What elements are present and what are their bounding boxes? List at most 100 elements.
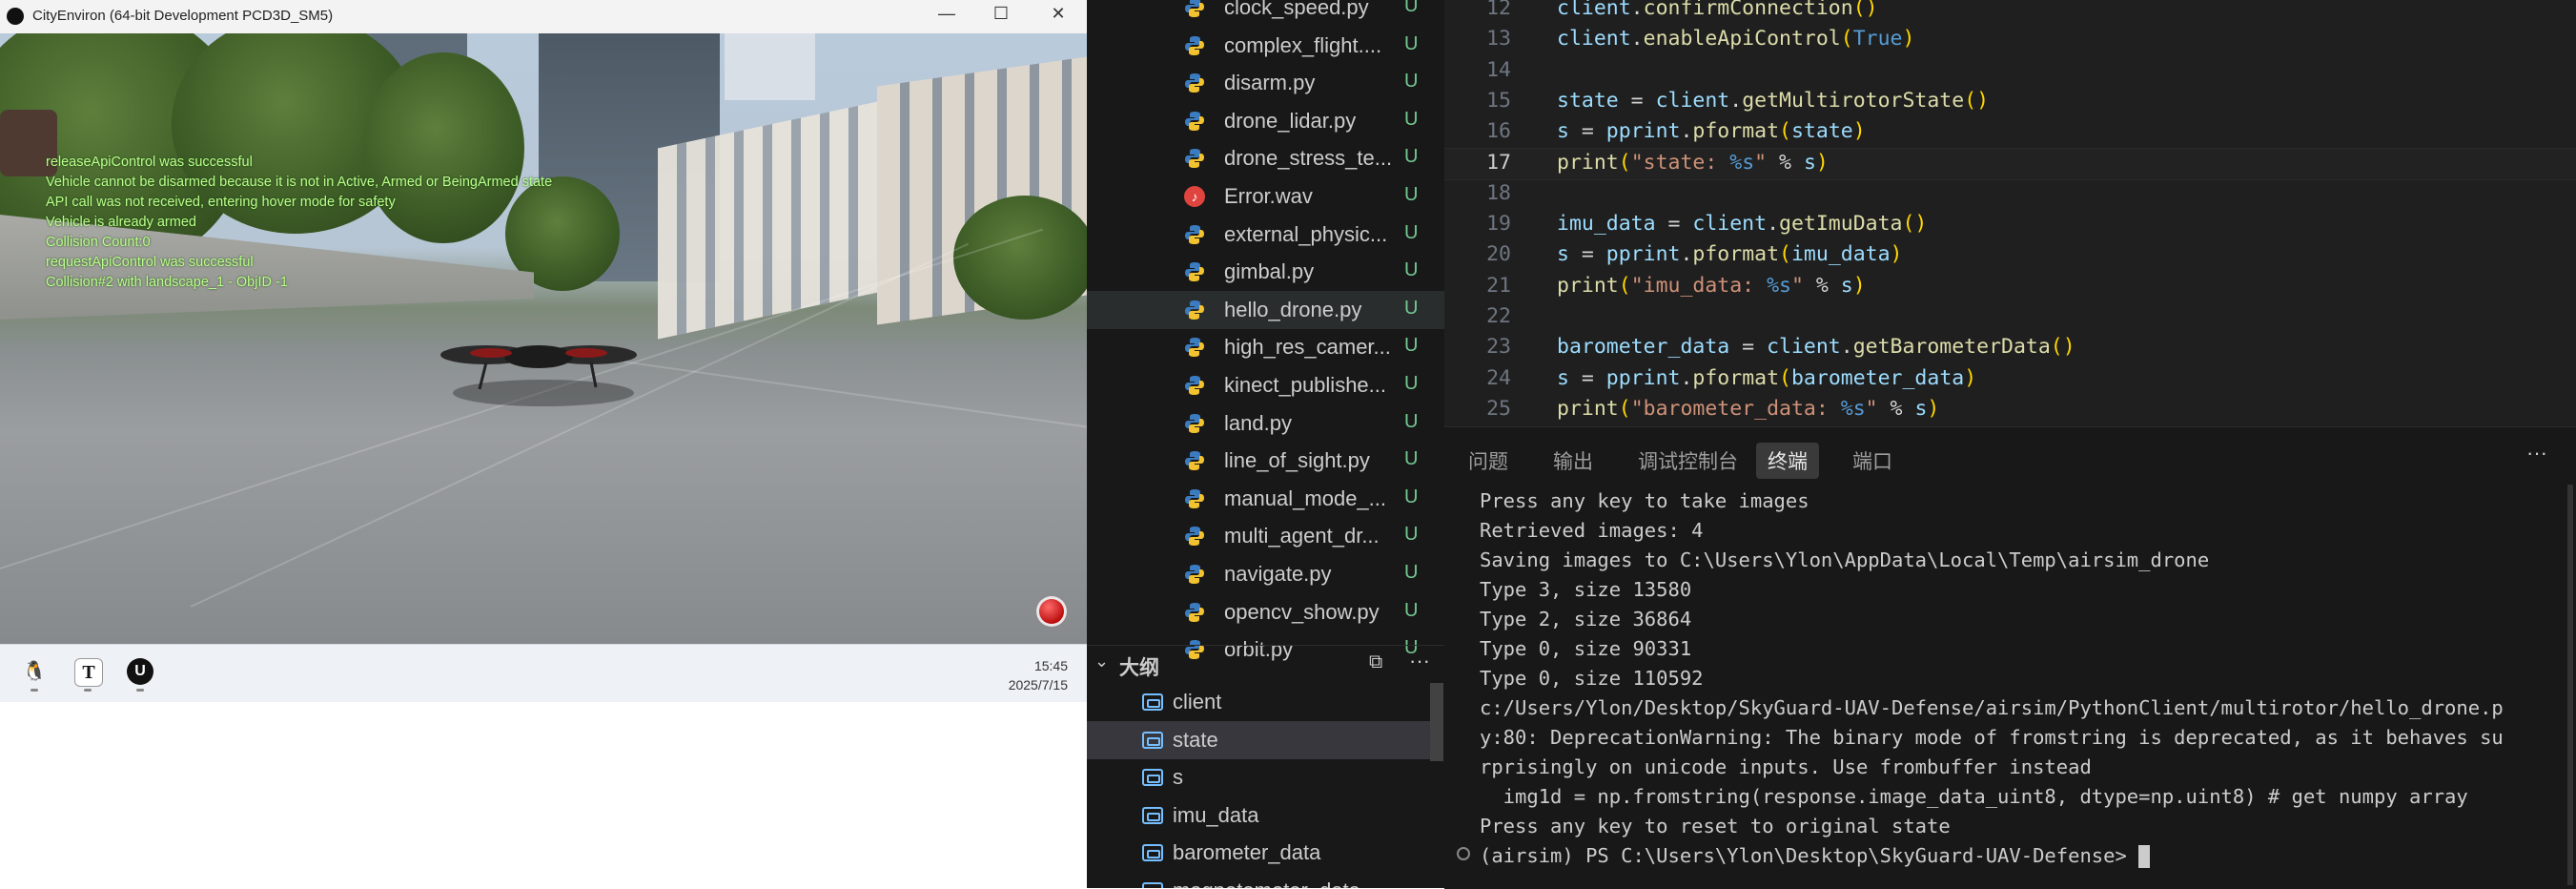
file-item[interactable]: navigate.py U [1087, 555, 1444, 593]
outline-item-label: state [1173, 727, 1218, 752]
prompt-text: (airsim) PS C:\Users\Ylon\Desktop\SkyGua… [1480, 844, 2139, 867]
minimize-button[interactable]: — [928, 4, 966, 24]
code-line[interactable]: 25 print("barometer_data: %s" % s) [1444, 395, 2576, 425]
line-number: 13 [1486, 27, 1511, 52]
code-line[interactable]: 15 state = client.getMultirotorState() [1444, 87, 2576, 117]
git-status-badge: U [1404, 335, 1419, 357]
simulation-viewport[interactable]: releaseApiControl was successful Vehicle… [0, 33, 1087, 644]
tab-debug-console[interactable]: 调试控制台 [1626, 443, 1749, 479]
code-line[interactable]: 14 [1444, 56, 2576, 87]
file-item[interactable]: high_res_camer... U [1087, 328, 1444, 366]
python-file-icon [1184, 72, 1205, 93]
log-line: Vehicle cannot be disarmed because it is… [46, 175, 553, 190]
unreal-engine-icon[interactable]: U [127, 658, 153, 685]
file-name: gimbal.py [1224, 259, 1315, 284]
code-text: barometer_data = client.getBarometerData… [1557, 335, 2075, 360]
file-item[interactable]: kinect_publishe... U [1087, 366, 1444, 404]
file-item[interactable]: clock_speed.py U [1087, 0, 1444, 27]
tab-ports[interactable]: 端口 [1841, 443, 1904, 479]
outline-item[interactable]: client [1087, 683, 1430, 721]
code-line[interactable]: 13 client.enableApiControl(True) [1444, 25, 2576, 55]
file-item[interactable]: opencv_show.py U [1087, 593, 1444, 631]
code-line[interactable]: 23 barometer_data = client.getBarometerDa… [1444, 333, 2576, 363]
git-status-badge: U [1404, 259, 1419, 281]
tab-problems[interactable]: 问题 [1457, 443, 1520, 479]
audio-file-icon: ♪ [1184, 186, 1205, 207]
code-line[interactable]: 20 s = pprint.pformat(imu_data) [1444, 240, 2576, 271]
file-item[interactable]: disarm.py U [1087, 64, 1444, 102]
terminal-line: Retrieved images: 4 [1480, 519, 1704, 542]
line-number: 17 [1486, 150, 1511, 175]
terminal-line: Press any key to reset to original state [1480, 815, 1951, 837]
terminal-prompt-marker-icon [1457, 847, 1470, 860]
git-status-badge: U [1404, 0, 1419, 16]
file-item[interactable]: drone_lidar.py U [1087, 102, 1444, 140]
more-actions-icon[interactable]: ··· [2526, 441, 2547, 465]
line-number: 21 [1486, 273, 1511, 298]
file-item[interactable]: line_of_sight.py U [1087, 442, 1444, 480]
code-line[interactable]: 22 [1444, 302, 2576, 333]
outline-scrollbar[interactable] [1430, 683, 1443, 761]
git-status-badge: U [1404, 373, 1419, 394]
code-line[interactable]: 18 [1444, 179, 2576, 210]
git-status-badge: U [1404, 221, 1419, 243]
python-file-icon [1184, 111, 1205, 132]
text-editor-icon[interactable]: T [74, 658, 103, 687]
file-name: disarm.py [1224, 71, 1316, 95]
file-item[interactable]: land.py U [1087, 404, 1444, 443]
code-line[interactable]: 12 client.confirmConnection() [1444, 0, 2576, 25]
code-line[interactable]: 24 s = pprint.pformat(barometer_data) [1444, 364, 2576, 395]
terminal-prompt[interactable]: (airsim) PS C:\Users\Ylon\Desktop\SkyGua… [1480, 841, 2566, 871]
code-line[interactable]: 17 print("state: %s" % s) [1444, 147, 2576, 180]
file-item[interactable]: complex_flight.... U [1087, 27, 1444, 65]
file-item[interactable]: drone_stress_te... U [1087, 139, 1444, 177]
file-item[interactable]: multi_agent_dr... U [1087, 517, 1444, 555]
clock-date: 2025/7/15 [1008, 677, 1068, 693]
file-item[interactable]: manual_mode_... U [1087, 480, 1444, 518]
terminal-scrollbar[interactable] [2567, 485, 2573, 885]
terminal-output[interactable]: Press any key to take images Retrieved im… [1480, 486, 2566, 871]
file-item[interactable]: gimbal.py U [1087, 253, 1444, 291]
line-number: 19 [1486, 212, 1511, 237]
outline-item[interactable]: s [1087, 758, 1430, 796]
collapse-all-icon[interactable]: ⧉ [1369, 651, 1382, 673]
close-button[interactable]: ✕ [1039, 4, 1077, 24]
log-line: Collision Count:0 [46, 235, 151, 250]
log-line: API call was not received, entering hove… [46, 195, 396, 210]
file-item[interactable]: external_physic... U [1087, 216, 1444, 254]
code-line[interactable]: 16 s = pprint.pformat(state) [1444, 117, 2576, 148]
more-actions-icon[interactable]: ··· [1409, 649, 1430, 673]
code-editor[interactable]: 12 client.confirmConnection() 13 client.ena… [1444, 0, 2576, 426]
file-item[interactable]: ♪ Error.wav U [1087, 177, 1444, 216]
tab-terminal[interactable]: 终端 [1756, 443, 1819, 479]
git-status-badge: U [1404, 448, 1419, 470]
taskbar-indicator [84, 689, 92, 692]
outline-item-label: imu_data [1173, 802, 1259, 827]
file-name: multi_agent_dr... [1224, 524, 1380, 548]
code-line[interactable]: 19 imu_data = client.getImuData() [1444, 210, 2576, 240]
file-name: kinect_publishe... [1224, 373, 1386, 397]
outline-item-label: s [1173, 765, 1183, 789]
outline-item[interactable]: magnetometer_data [1087, 872, 1430, 888]
terminal-line: c:/Users/Ylon/Desktop/SkyGuard-UAV-Defen… [1480, 696, 2504, 719]
tree [953, 196, 1087, 320]
unreal-logo-icon [7, 8, 24, 25]
code-text: imu_data = client.getImuData() [1557, 212, 1928, 237]
qq-penguin-icon[interactable]: 🐧 [21, 658, 48, 685]
tab-output[interactable]: 输出 [1542, 443, 1605, 479]
outline-item[interactable]: barometer_data [1087, 834, 1430, 872]
code-line[interactable]: 21 print("imu_data: %s" % s) [1444, 272, 2576, 302]
file-item[interactable]: hello_drone.py U [1087, 290, 1444, 329]
terminal-line: Saving images to C:\Users\Ylon\AppData\L… [1480, 548, 2210, 571]
outline-item[interactable]: imu_data [1087, 796, 1430, 835]
outline-item[interactable]: state [1087, 720, 1430, 759]
record-button[interactable] [1036, 596, 1067, 627]
variable-symbol-icon [1142, 693, 1163, 711]
line-number: 12 [1486, 0, 1511, 20]
outline-header[interactable]: ⌄ 大纲 ⧉ ··· [1087, 645, 1444, 684]
file-name: line_of_sight.py [1224, 448, 1370, 473]
python-file-icon [1184, 0, 1205, 18]
line-number: 24 [1486, 365, 1511, 390]
system-clock[interactable]: 15:45 2025/7/15 [1009, 656, 1068, 694]
maximize-button[interactable]: ☐ [982, 4, 1020, 24]
